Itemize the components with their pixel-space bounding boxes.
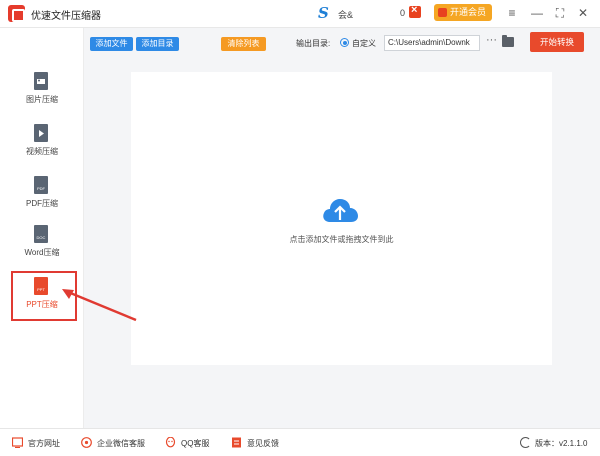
- feedback-icon: [232, 437, 241, 448]
- sidebar-item-label: 视频压缩: [26, 147, 58, 156]
- sidebar-item-label: PDF压缩: [26, 199, 58, 208]
- folder-icon[interactable]: [502, 35, 514, 47]
- output-path-input[interactable]: C:\Users\admin\Downk: [384, 35, 480, 51]
- image-file-icon: [34, 72, 48, 90]
- crown-icon: [438, 8, 447, 17]
- main-area: 点击添加文件或拖拽文件到此: [84, 61, 600, 428]
- footer-link-feedback[interactable]: 意见反馈: [247, 438, 279, 449]
- vip-button[interactable]: 开通会员: [434, 4, 492, 21]
- more-options-button[interactable]: ···: [486, 34, 497, 46]
- cloud-upload-icon: [323, 199, 358, 222]
- annotation-arrow-icon: [62, 289, 137, 322]
- sidebar-item-label: Word压缩: [24, 248, 60, 257]
- footer-link-website[interactable]: 官方网址: [28, 438, 60, 449]
- coin-count: 0: [400, 8, 406, 18]
- user-avatar-icon[interactable]: S: [318, 5, 334, 21]
- wechat-service-icon: [81, 437, 92, 448]
- toolbar: 添加文件 添加目录 清除列表 输出目录: 自定义 C:\Users\admin\…: [84, 28, 600, 61]
- version-label: 版本：v2.1.1.0: [535, 439, 588, 448]
- custom-radio-label[interactable]: 自定义: [352, 38, 376, 49]
- sidebar-item-label: 图片压缩: [26, 95, 58, 104]
- refresh-icon[interactable]: [520, 437, 531, 448]
- qq-service-icon: [165, 437, 176, 448]
- add-file-button[interactable]: 添加文件: [90, 37, 133, 51]
- close-icon[interactable]: ✕: [576, 5, 590, 21]
- output-directory-label: 输出目录:: [296, 39, 331, 48]
- sidebar-item-image[interactable]: 图片压缩: [0, 72, 84, 122]
- title-bar: 优速文件压缩器 S 会& 0 开通会员 ≡ — ⛶ ✕: [0, 0, 600, 28]
- drop-hint: 点击添加文件或拖拽文件到此: [289, 235, 394, 244]
- drop-zone[interactable]: 点击添加文件或拖拽文件到此: [131, 72, 552, 365]
- custom-radio[interactable]: [340, 38, 349, 47]
- video-file-icon: [34, 124, 48, 142]
- maximize-icon[interactable]: ⛶: [553, 5, 567, 21]
- sidebar-item-word[interactable]: DOC Word压缩: [0, 225, 84, 275]
- sidebar-item-video[interactable]: 视频压缩: [0, 124, 84, 174]
- coin-icon[interactable]: [409, 4, 421, 18]
- pdf-glyph: PDF: [37, 186, 45, 191]
- sidebar-item-pdf[interactable]: PDF PDF压缩: [0, 176, 84, 226]
- footer-link-wechat[interactable]: 企业微信客服: [97, 438, 145, 449]
- minimize-icon[interactable]: —: [530, 5, 544, 21]
- clear-list-button[interactable]: 清除列表: [221, 37, 266, 51]
- app-logo-icon: [8, 5, 25, 22]
- footer: 官方网址 企业微信客服 QQ客服 意见反馈 版本：v2.1.1.0: [0, 428, 600, 456]
- footer-link-qq[interactable]: QQ客服: [181, 438, 209, 449]
- vip-button-label: 开通会员: [450, 7, 487, 17]
- app-title: 优速文件压缩器: [31, 11, 101, 22]
- pdf-file-icon: PDF: [34, 176, 48, 194]
- add-directory-button[interactable]: 添加目录: [136, 37, 179, 51]
- start-convert-button[interactable]: 开始转换: [530, 32, 584, 52]
- sidebar: 图片压缩 视频压缩 PDF PDF压缩 DOC Word压缩 PPT PPT压缩: [0, 28, 84, 428]
- doc-glyph: DOC: [36, 235, 46, 240]
- menu-icon[interactable]: ≡: [505, 5, 519, 21]
- doc-file-icon: DOC: [34, 225, 48, 243]
- user-name[interactable]: 会&: [338, 8, 353, 21]
- website-icon: [12, 437, 23, 448]
